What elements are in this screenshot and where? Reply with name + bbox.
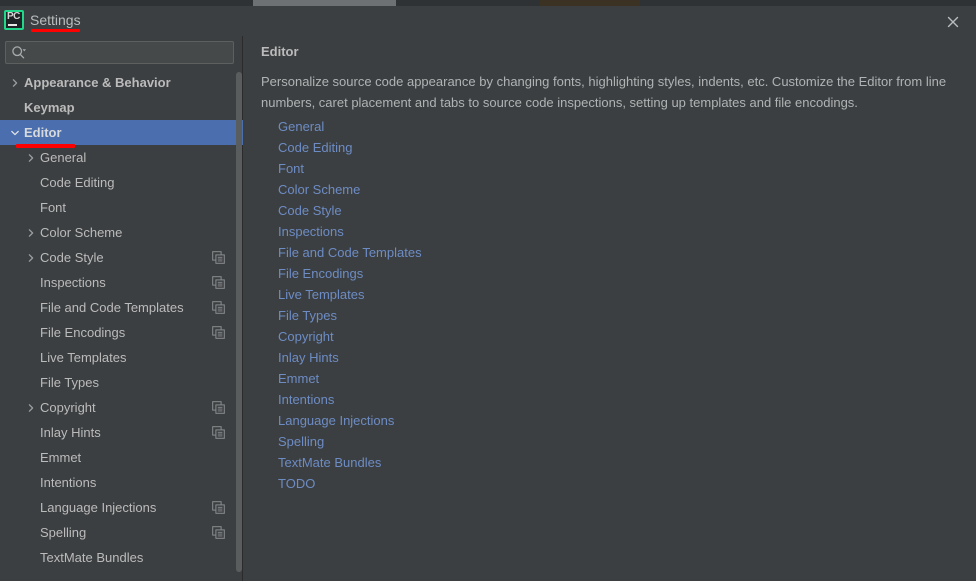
sidebar-item-label: Font xyxy=(40,200,67,215)
project-scope-icon[interactable] xyxy=(212,526,225,539)
sidebar-item-editor[interactable]: Editor xyxy=(0,120,243,145)
pycharm-logo-icon: PC xyxy=(4,10,24,30)
sidebar-item-language-injections[interactable]: Language Injections xyxy=(0,495,243,520)
sidebar-item-label: Inlay Hints xyxy=(40,425,101,440)
sidebar-item-label: Color Scheme xyxy=(40,225,123,240)
link-general[interactable]: General xyxy=(278,116,324,137)
sidebar-item-textmate-bundles[interactable]: TextMate Bundles xyxy=(0,545,243,570)
link-file-and-code-templates[interactable]: File and Code Templates xyxy=(278,242,422,263)
pycharm-logo-text: PC xyxy=(7,11,20,22)
sidebar-item-label: General xyxy=(40,150,87,165)
link-file-encodings[interactable]: File Encodings xyxy=(278,263,363,284)
settings-tree: Appearance & Behavior Keymap Editor General… xyxy=(0,70,243,581)
sidebar-item-label: Code Style xyxy=(40,250,104,265)
sidebar-item-label: Spelling xyxy=(40,525,87,540)
link-live-templates[interactable]: Live Templates xyxy=(278,284,364,305)
project-scope-icon[interactable] xyxy=(212,401,225,414)
sidebar-item-spelling[interactable]: Spelling xyxy=(0,520,243,545)
sidebar-item-color-scheme[interactable]: Color Scheme xyxy=(0,220,243,245)
sidebar-item-emmet[interactable]: Emmet xyxy=(0,445,243,470)
link-textmate-bundles[interactable]: TextMate Bundles xyxy=(278,452,381,473)
sidebar-item-copyright[interactable]: Copyright xyxy=(0,395,243,420)
sidebar-item-label: File and Code Templates xyxy=(40,300,184,315)
sidebar-item-label: Live Templates xyxy=(40,350,127,365)
sidebar-item-label: Copyright xyxy=(40,400,96,415)
sidebar-item-label: TextMate Bundles xyxy=(40,550,144,565)
content-title: Editor xyxy=(261,44,299,59)
settings-sidebar: Appearance & Behavior Keymap Editor General… xyxy=(0,36,243,581)
project-scope-icon[interactable] xyxy=(212,326,225,339)
project-scope-icon[interactable] xyxy=(212,251,225,264)
sidebar-item-label: Intentions xyxy=(40,475,97,490)
subsection-link-list: General Code Editing Font Color Scheme Code … xyxy=(278,116,878,494)
settings-dialog: PC Settings Appearance & Behavior Keymap E… xyxy=(0,0,976,581)
sidebar-item-keymap[interactable]: Keymap xyxy=(0,95,243,120)
project-scope-icon[interactable] xyxy=(212,301,225,314)
chevron-right-icon[interactable] xyxy=(24,151,38,165)
sidebar-item-live-templates[interactable]: Live Templates xyxy=(0,345,243,370)
sidebar-item-file-encodings[interactable]: File Encodings xyxy=(0,320,243,345)
sidebar-item-label: Appearance & Behavior xyxy=(24,75,171,90)
link-inspections[interactable]: Inspections xyxy=(278,221,344,242)
sidebar-item-code-style[interactable]: Code Style xyxy=(0,245,243,270)
sidebar-item-font[interactable]: Font xyxy=(0,195,243,220)
dialog-titlebar: PC Settings xyxy=(0,6,976,36)
link-language-injections[interactable]: Language Injections xyxy=(278,410,394,431)
close-icon[interactable] xyxy=(942,11,964,33)
sidebar-scrollbar-thumb[interactable] xyxy=(236,72,242,572)
chevron-right-icon[interactable] xyxy=(8,76,22,90)
content-description: Personalize source code appearance by ch… xyxy=(261,74,947,110)
link-code-editing[interactable]: Code Editing xyxy=(278,137,352,158)
sidebar-item-label: Language Injections xyxy=(40,500,157,515)
link-code-style[interactable]: Code Style xyxy=(278,200,342,221)
sidebar-item-inspections[interactable]: Inspections xyxy=(0,270,243,295)
chevron-right-icon[interactable] xyxy=(24,226,38,240)
pycharm-logo-underbar xyxy=(8,24,17,26)
link-copyright[interactable]: Copyright xyxy=(278,326,334,347)
link-intentions[interactable]: Intentions xyxy=(278,389,334,410)
project-scope-icon[interactable] xyxy=(212,426,225,439)
settings-content-panel: Editor Personalize source code appearanc… xyxy=(244,36,976,581)
project-scope-icon[interactable] xyxy=(212,276,225,289)
sidebar-item-label: Emmet xyxy=(40,450,82,465)
sidebar-item-intentions[interactable]: Intentions xyxy=(0,470,243,495)
link-todo[interactable]: TODO xyxy=(278,473,315,494)
sidebar-item-label: Inspections xyxy=(40,275,106,290)
sidebar-item-label: Code Editing xyxy=(40,175,115,190)
sidebar-item-code-editing[interactable]: Code Editing xyxy=(0,170,243,195)
link-color-scheme[interactable]: Color Scheme xyxy=(278,179,360,200)
page-title: Settings xyxy=(30,12,81,28)
search-field-wrapper xyxy=(5,41,234,64)
link-font[interactable]: Font xyxy=(278,158,304,179)
chevron-right-icon[interactable] xyxy=(24,401,38,415)
link-inlay-hints[interactable]: Inlay Hints xyxy=(278,347,339,368)
sidebar-item-label: File Encodings xyxy=(40,325,126,340)
sidebar-item-file-types[interactable]: File Types xyxy=(0,370,243,395)
chevron-down-icon[interactable] xyxy=(8,126,22,140)
sidebar-item-label: Keymap xyxy=(24,100,75,115)
sidebar-item-label: Editor xyxy=(24,125,62,140)
sidebar-item-label: File Types xyxy=(40,375,100,390)
link-spelling[interactable]: Spelling xyxy=(278,431,324,452)
sidebar-item-appearance-behavior[interactable]: Appearance & Behavior xyxy=(0,70,243,95)
link-file-types[interactable]: File Types xyxy=(278,305,337,326)
chevron-right-icon[interactable] xyxy=(24,251,38,265)
sidebar-item-inlay-hints[interactable]: Inlay Hints xyxy=(0,420,243,445)
sidebar-item-general[interactable]: General xyxy=(0,145,243,170)
link-emmet[interactable]: Emmet xyxy=(278,368,319,389)
search-input[interactable] xyxy=(5,41,234,64)
sidebar-item-file-and-code-templates[interactable]: File and Code Templates xyxy=(0,295,243,320)
project-scope-icon[interactable] xyxy=(212,501,225,514)
